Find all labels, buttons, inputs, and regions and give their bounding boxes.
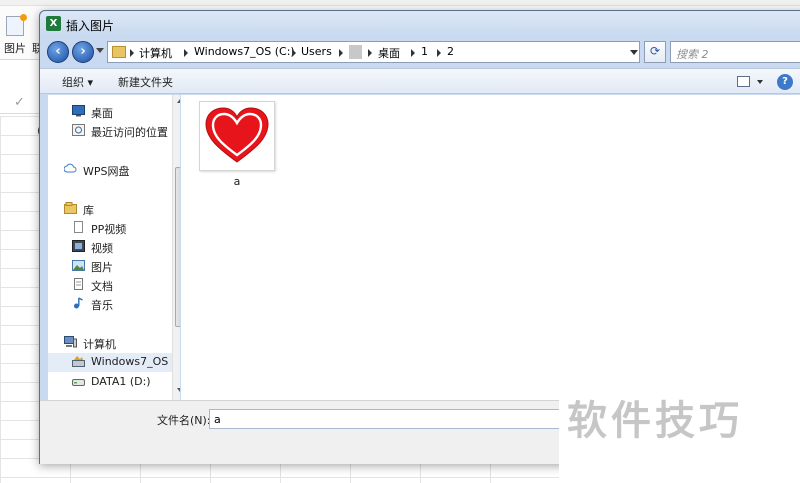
dialog-title: 插入图片 [66,19,115,33]
library-icon [64,202,77,214]
nav-label: 文档 [91,280,113,293]
nav-item-drive-c[interactable]: Windows7_OS ( [48,353,176,372]
folder-icon [112,46,126,58]
check-icon[interactable]: ✓ [14,95,25,110]
address-row: ‹ › 计算机 Windows7_OS (C:) Users 桌面 1 2 ⟳ … [40,38,800,66]
scroll-up-icon[interactable] [177,99,180,103]
pictures-icon [72,260,85,271]
insert-picture-icon[interactable] [6,14,27,36]
file-item[interactable]: a [197,101,277,191]
chevron-right-icon[interactable] [368,49,372,57]
chevron-right-icon[interactable] [292,49,296,57]
nav-item-music[interactable]: 音乐 [48,295,172,313]
heart-icon [205,107,269,163]
nav-item-documents[interactable]: 文档 [48,276,172,294]
ribbon-top-strip [0,0,800,6]
drive-icon [72,356,85,367]
address-dropdown-icon[interactable] [630,50,638,55]
forward-button[interactable]: › [72,41,94,63]
address-bar[interactable]: 计算机 Windows7_OS (C:) Users 桌面 1 2 [107,41,640,63]
excel-icon: X [46,16,61,31]
scroll-thumb[interactable] [175,167,180,327]
documents-icon [74,278,83,290]
nav-label: 最近访问的位置 [91,126,168,139]
nav-item-pictures[interactable]: 图片 [48,257,172,275]
filename-label: 文件名(N): [157,414,211,427]
nav-item-computer[interactable]: 计算机 [48,334,172,352]
dialog-titlebar[interactable]: X 插入图片 [40,11,800,37]
nav-label: 库 [83,204,94,217]
file-list[interactable]: a [181,95,800,400]
nav-item-wps-cloud[interactable]: WPS网盘 [48,161,172,179]
nav-item-videos[interactable]: 视频 [48,238,172,256]
nav-label: 桌面 [91,107,113,120]
command-toolbar: 组织 ▾ 新建文件夹 ? [40,68,800,94]
breadcrumb-users[interactable]: Users [301,45,332,58]
cloud-icon [64,163,77,173]
organize-button[interactable]: 组织 ▾ [62,74,93,90]
nav-label: DATA1 (D:) [91,375,151,388]
ribbon-picture-label[interactable]: 图片 [4,40,26,56]
file-name: a [233,175,241,188]
nav-label: 图片 [91,261,113,274]
drive-icon [72,379,85,386]
navigation-pane: 桌面 最近访问的位置 WPS网盘 库 PP视频 视频 图片 文档 音乐 计算机 … [48,95,180,400]
back-button[interactable]: ‹ [47,41,69,63]
nav-item-drive-d[interactable]: DATA1 (D:) [48,373,172,391]
breadcrumb-computer[interactable]: 计算机 [139,45,172,61]
nav-label: Windows7_OS ( [91,355,177,368]
nav-label: PP视频 [91,223,127,236]
nav-label: 视频 [91,242,113,255]
new-folder-button[interactable]: 新建文件夹 [118,74,173,90]
change-view-icon[interactable] [737,76,750,87]
breadcrumb-user-redacted[interactable] [349,45,362,59]
chevron-right-icon[interactable] [437,49,441,57]
nav-item-pp-video[interactable]: PP视频 [48,219,172,237]
file-thumbnail[interactable] [199,101,275,171]
nav-label: 计算机 [83,338,116,351]
nav-label: 音乐 [91,299,113,312]
refresh-button[interactable]: ⟳ [644,41,666,63]
breadcrumb-folder-2[interactable]: 2 [447,45,454,58]
chevron-right-icon[interactable] [130,49,134,57]
chevron-right-icon[interactable] [411,49,415,57]
scroll-down-icon[interactable] [177,388,180,392]
computer-icon [64,336,77,348]
desktop-icon [72,105,85,117]
nav-item-desktop[interactable]: 桌面 [48,103,172,121]
nav-label: WPS网盘 [83,165,130,178]
history-dropdown-icon[interactable] [96,48,104,53]
nav-item-recent[interactable]: 最近访问的位置 [48,122,172,140]
help-icon[interactable]: ? [777,74,793,90]
filename-input[interactable] [209,409,569,429]
recent-places-icon [72,124,85,136]
search-placeholder: 搜索 2 [676,48,709,61]
view-dropdown-icon[interactable] [757,80,763,84]
breadcrumb-folder-1[interactable]: 1 [421,45,428,58]
watermark-text: 软件技巧 [567,398,743,444]
chevron-right-icon[interactable] [184,49,188,57]
nav-item-library[interactable]: 库 [48,200,172,218]
nav-scrollbar[interactable] [172,95,180,400]
breadcrumb-desktop[interactable]: 桌面 [378,45,400,61]
breadcrumb-drive[interactable]: Windows7_OS (C:) [194,45,295,58]
music-icon [74,297,83,309]
search-input[interactable]: 搜索 2 [670,41,800,63]
video-icon [72,240,85,252]
document-icon [74,221,83,233]
chevron-right-icon[interactable] [339,49,343,57]
